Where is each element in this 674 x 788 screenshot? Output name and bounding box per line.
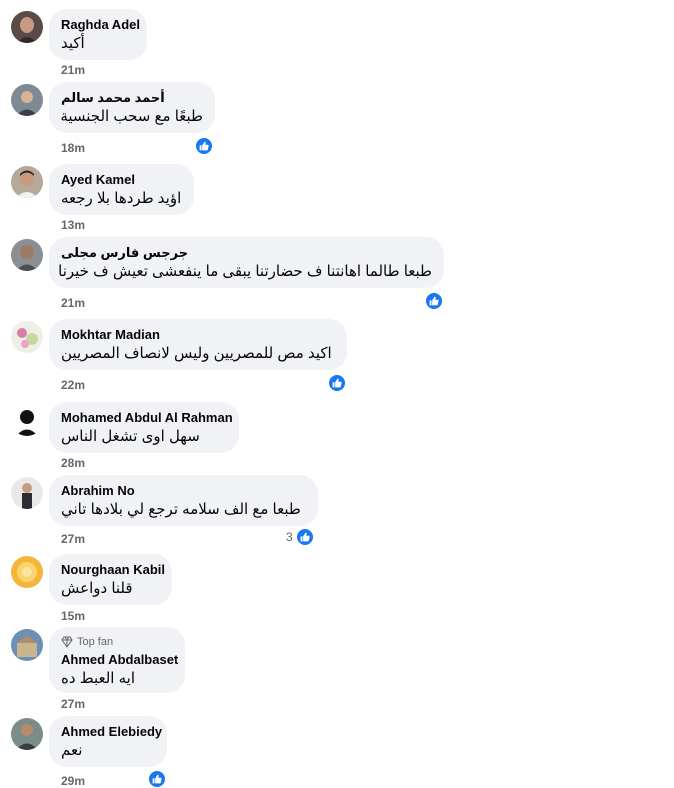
- top-fan-badge[interactable]: Top fan: [61, 635, 173, 649]
- comment-bubble: جرجس فارس مجلى طبعا طالما اهانتنا ف حضار…: [49, 237, 444, 288]
- comment-bubble: أحمد محمد سالم طبعًا مع سحب الجنسية: [49, 82, 215, 133]
- badge-label: Top fan: [77, 636, 114, 648]
- commenter-name[interactable]: Ahmed Elebiedy: [61, 724, 162, 740]
- commenter-name[interactable]: Abrahim No: [61, 483, 306, 499]
- comment-bubble: Mokhtar Madian اكيد مص للمصريين وليس لان…: [49, 319, 347, 370]
- comment-time[interactable]: 28m: [61, 456, 85, 470]
- reaction-number: 3: [286, 530, 293, 544]
- comment-text: سهل اوى تشغل الناس: [61, 428, 200, 445]
- comment-bubble: Nourghaan Kabil قلنا دواعش: [49, 554, 172, 605]
- comment-bubble: Mohamed Abdul Al Rahman سهل اوى تشغل الن…: [49, 402, 239, 453]
- comment-text: ايه العبط ده: [61, 670, 135, 687]
- comment-time[interactable]: 13m: [61, 218, 85, 232]
- avatar[interactable]: [11, 718, 43, 750]
- reaction-count[interactable]: [148, 770, 169, 788]
- avatar[interactable]: [11, 629, 43, 661]
- comment-time[interactable]: 29m: [61, 774, 85, 788]
- avatar[interactable]: [11, 11, 43, 43]
- like-icon: [425, 292, 443, 310]
- commenter-name[interactable]: Raghda Adel: [61, 17, 140, 33]
- comment-text: أكيد: [61, 35, 85, 52]
- comment-time[interactable]: 27m: [61, 697, 85, 711]
- commenter-name[interactable]: Ayed Kamel: [61, 172, 182, 188]
- avatar[interactable]: [11, 239, 43, 271]
- reaction-count[interactable]: [425, 292, 446, 310]
- comment-time[interactable]: 21m: [61, 63, 85, 77]
- comment-time[interactable]: 27m: [61, 532, 85, 546]
- comment-text: قلنا دواعش: [61, 580, 133, 597]
- commenter-name[interactable]: Ahmed Abdalbaset: [61, 652, 178, 668]
- comment-bubble: Ahmed Elebiedy نعم: [49, 716, 167, 767]
- commenter-name[interactable]: Nourghaan Kabil: [61, 562, 165, 578]
- avatar[interactable]: [11, 166, 43, 198]
- comment-text: اؤيد طردها بلا رجعه: [61, 190, 182, 207]
- like-icon: [328, 374, 346, 392]
- reaction-count[interactable]: [328, 374, 349, 392]
- diamond-icon: [61, 636, 73, 648]
- comment-bubble: Raghda Adel أكيد: [49, 9, 147, 60]
- comment-time[interactable]: 21m: [61, 296, 85, 310]
- comment-bubble: Ayed Kamel اؤيد طردها بلا رجعه: [49, 164, 194, 215]
- avatar[interactable]: [11, 556, 43, 588]
- commenter-name[interactable]: أحمد محمد سالم: [61, 90, 203, 106]
- like-icon: [148, 770, 166, 788]
- avatar[interactable]: [11, 84, 43, 116]
- reaction-count[interactable]: 3: [286, 528, 314, 546]
- comment-text: طبعا مع الف سلامه ترجع لي بلادها تاني: [61, 501, 301, 518]
- avatar[interactable]: [11, 477, 43, 509]
- comment-text: طبعا طالما اهانتنا ف حضارتنا يبقى ما ينف…: [58, 263, 432, 280]
- comment-time[interactable]: 15m: [61, 609, 85, 623]
- comment-time[interactable]: 18m: [61, 141, 85, 155]
- comment-bubble: Top fan Ahmed Abdalbaset ايه العبط ده: [49, 627, 185, 693]
- comment-time[interactable]: 22m: [61, 378, 85, 392]
- avatar[interactable]: [11, 321, 43, 353]
- like-icon: [195, 137, 213, 155]
- avatar[interactable]: [11, 404, 43, 436]
- like-icon: [295, 528, 314, 546]
- commenter-name[interactable]: Mokhtar Madian: [61, 327, 335, 343]
- reaction-count[interactable]: [195, 137, 216, 155]
- comment-text: اكيد مص للمصريين وليس لانصاف المصريين: [61, 345, 332, 362]
- comment-text: نعم: [61, 742, 83, 759]
- comment-bubble: Abrahim No طبعا مع الف سلامه ترجع لي بلا…: [49, 475, 318, 526]
- comment-text: طبعًا مع سحب الجنسية: [60, 108, 203, 125]
- commenter-name[interactable]: Mohamed Abdul Al Rahman: [61, 410, 233, 426]
- commenter-name[interactable]: جرجس فارس مجلى: [61, 245, 432, 261]
